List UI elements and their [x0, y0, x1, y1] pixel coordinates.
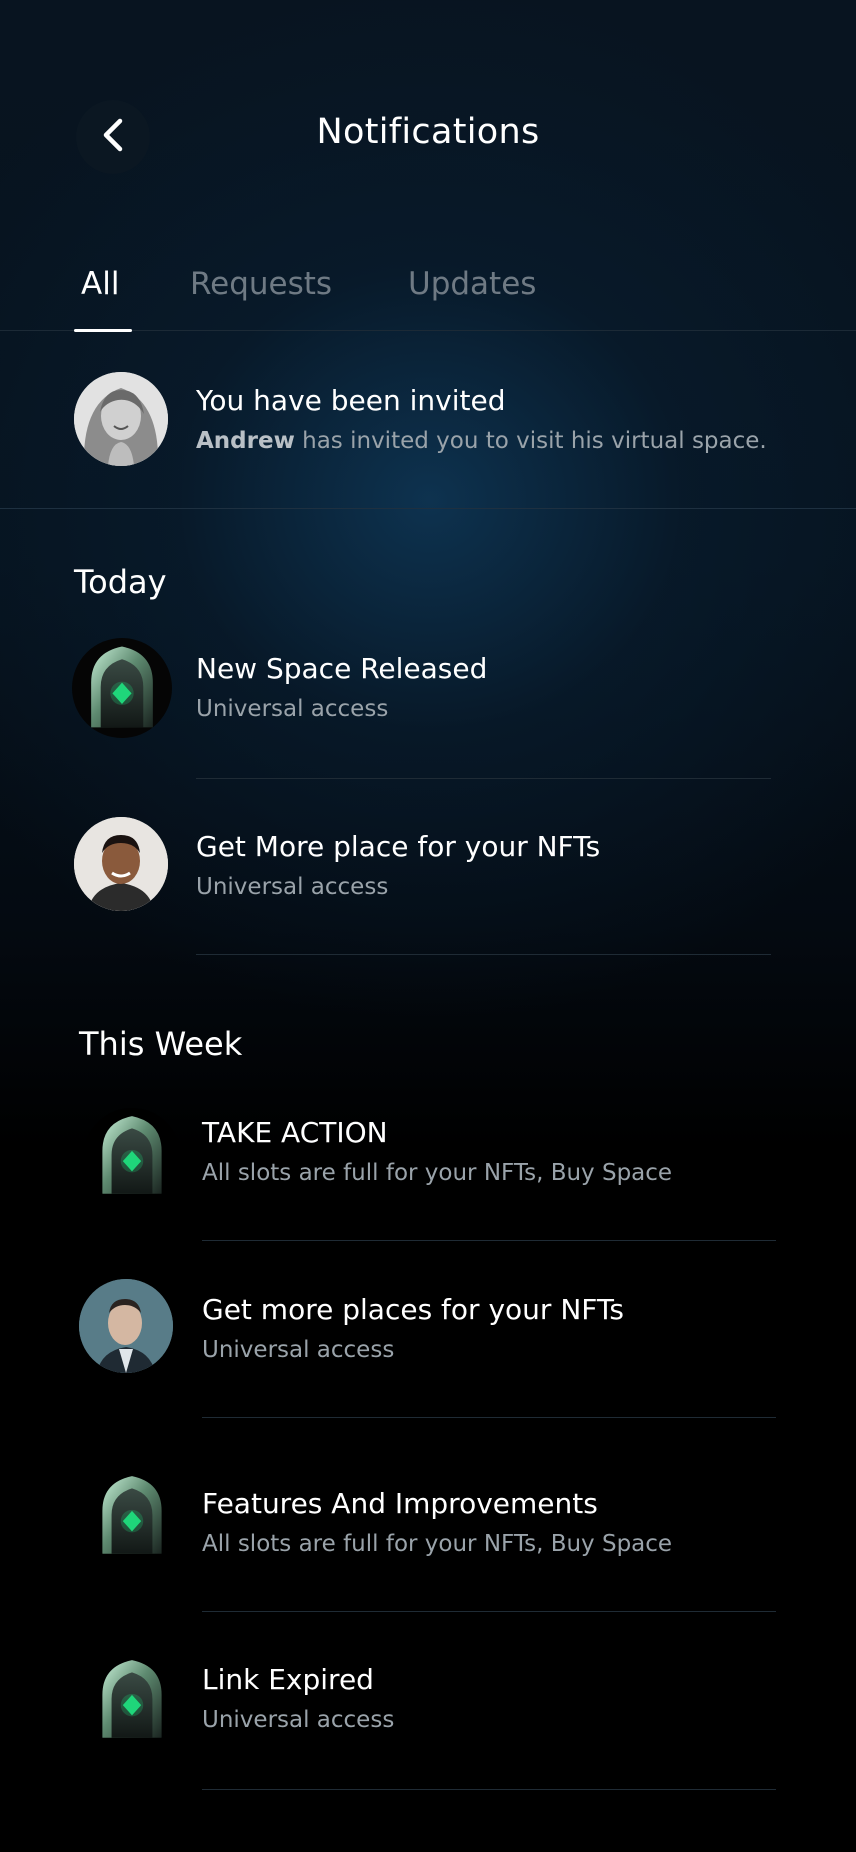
- andrew-avatar: [74, 372, 168, 466]
- item-subtitle: All slots are full for your NFTs, Buy Sp…: [202, 1160, 673, 1186]
- invite-text: has invited you to visit his virtual spa…: [294, 428, 767, 454]
- item-subtitle: All slots are full for your NFTs, Buy Sp…: [202, 1531, 673, 1557]
- section-today-heading: Today: [74, 563, 167, 601]
- item-divider: [196, 778, 771, 779]
- invite-divider: [0, 508, 856, 509]
- item-divider: [202, 1240, 776, 1241]
- space-logo-icon: [84, 1108, 180, 1204]
- item-divider: [196, 954, 771, 955]
- item-title: TAKE ACTION: [202, 1116, 388, 1149]
- item-title: New Space Released: [196, 652, 488, 685]
- invite-message: Andrew has invited you to visit his virt…: [196, 428, 767, 454]
- user-avatar: [79, 1279, 173, 1373]
- space-logo-icon: [84, 1652, 180, 1748]
- space-logo-icon: [72, 638, 172, 738]
- item-subtitle: Universal access: [202, 1337, 395, 1363]
- invite-title: You have been invited: [196, 384, 506, 417]
- item-divider: [202, 1417, 776, 1418]
- item-subtitle: Universal access: [196, 696, 389, 722]
- item-title: Link Expired: [202, 1663, 374, 1696]
- invite-sender: Andrew: [196, 428, 295, 454]
- tab-updates[interactable]: Updates: [408, 266, 536, 302]
- tab-all[interactable]: All: [81, 266, 119, 302]
- active-tab-indicator: [74, 329, 132, 332]
- item-title: Get more places for your NFTs: [202, 1293, 624, 1326]
- space-logo-icon: [84, 1468, 180, 1564]
- item-divider: [202, 1611, 776, 1612]
- user-avatar: [74, 817, 168, 911]
- item-title: Get More place for your NFTs: [196, 830, 601, 863]
- tab-requests[interactable]: Requests: [190, 266, 332, 302]
- item-subtitle: Universal access: [196, 874, 389, 900]
- item-divider: [202, 1789, 776, 1790]
- item-subtitle: Universal access: [202, 1707, 395, 1733]
- page-title: Notifications: [316, 112, 540, 152]
- section-this-week-heading: This Week: [79, 1025, 243, 1063]
- item-title: Features And Improvements: [202, 1487, 598, 1520]
